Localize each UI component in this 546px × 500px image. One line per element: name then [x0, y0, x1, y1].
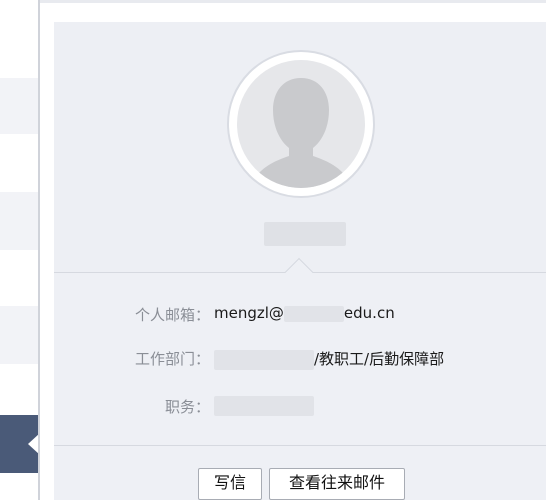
list-item[interactable]: [0, 78, 38, 134]
list-item-selected[interactable]: [0, 415, 40, 473]
title-row: 职务：: [54, 396, 546, 420]
email-redacted: [283, 305, 344, 322]
department-label: 工作部门：: [134, 350, 210, 368]
department-value: /教职工/后勤保障部: [214, 348, 444, 370]
footer-divider: [54, 445, 546, 446]
email-prefix: mengzl@: [214, 304, 284, 322]
department-row: 工作部门： /教职工/后勤保障部: [54, 348, 546, 372]
top-divider: [0, 0, 546, 3]
email-row: 个人邮箱： mengzl@ edu.cn: [54, 304, 546, 328]
avatar: [227, 50, 375, 198]
contact-profile-view: 个人邮箱： mengzl@ edu.cn 工作部门： /教职工/后勤保障部 职务：…: [0, 0, 546, 500]
department-redacted: [214, 349, 314, 370]
default-avatar-icon: [237, 60, 365, 188]
contact-name-redacted: [264, 222, 346, 246]
pane-divider[interactable]: [38, 0, 40, 500]
email-label: 个人邮箱：: [134, 306, 210, 324]
list-item[interactable]: [0, 306, 38, 364]
title-redacted: [214, 396, 314, 416]
view-correspondence-button[interactable]: 查看往来邮件: [269, 468, 405, 500]
list-item[interactable]: [0, 192, 38, 250]
department-path: /教职工/后勤保障部: [314, 350, 445, 368]
title-value: [214, 396, 314, 416]
profile-card: 个人邮箱： mengzl@ edu.cn 工作部门： /教职工/后勤保障部 职务：…: [54, 22, 546, 500]
contact-list-strip: [0, 0, 40, 500]
email-suffix: edu.cn: [343, 304, 395, 322]
title-label: 职务：: [164, 398, 210, 416]
email-value[interactable]: mengzl@ edu.cn: [214, 304, 395, 322]
write-mail-button[interactable]: 写信: [198, 468, 262, 500]
